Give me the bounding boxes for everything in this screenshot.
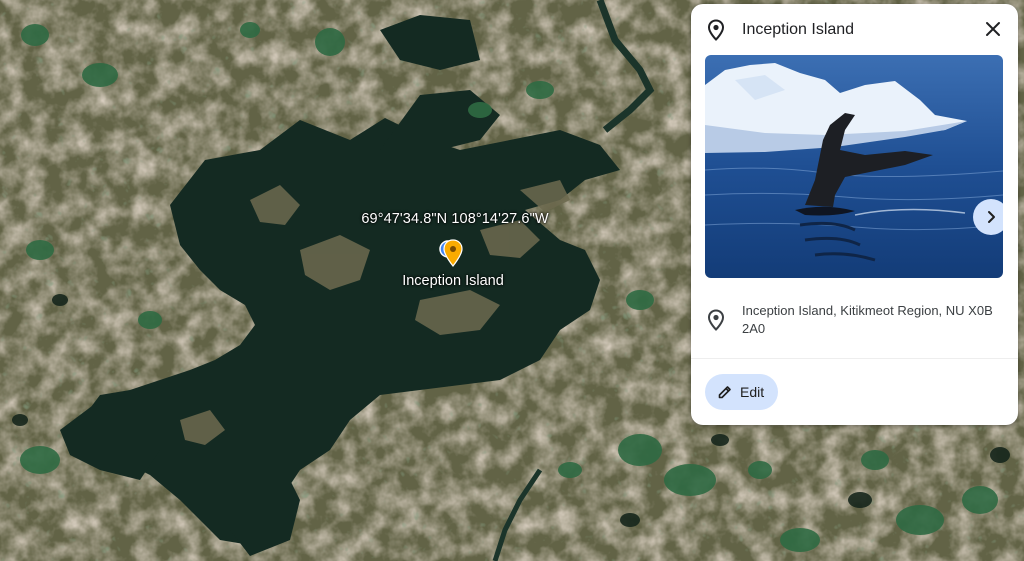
divider bbox=[691, 358, 1018, 359]
place-info-card: Inception Island Inception Island, Kitik… bbox=[691, 4, 1018, 425]
card-header: Inception Island bbox=[691, 4, 1018, 54]
close-button[interactable] bbox=[981, 17, 1005, 41]
coordinates-label: 69°47'34.8"N 108°14'27.6"W bbox=[361, 211, 549, 227]
card-title: Inception Island bbox=[742, 21, 855, 38]
location-pin-icon[interactable] bbox=[438, 238, 466, 272]
chevron-right-icon bbox=[988, 211, 995, 223]
next-photo-button[interactable] bbox=[973, 199, 1003, 235]
address-row: Inception Island, Kitikmeot Region, NU X… bbox=[691, 296, 1018, 346]
edit-label: Edit bbox=[740, 384, 765, 400]
location-pin-icon bbox=[706, 19, 726, 41]
pencil-icon bbox=[717, 384, 733, 400]
place-photo[interactable] bbox=[705, 55, 1003, 278]
edit-button[interactable]: Edit bbox=[705, 374, 778, 410]
place-label: Inception Island bbox=[402, 273, 504, 289]
close-icon bbox=[986, 22, 1000, 36]
location-pin-icon bbox=[706, 309, 726, 331]
address-text: Inception Island, Kitikmeot Region, NU X… bbox=[742, 303, 993, 336]
